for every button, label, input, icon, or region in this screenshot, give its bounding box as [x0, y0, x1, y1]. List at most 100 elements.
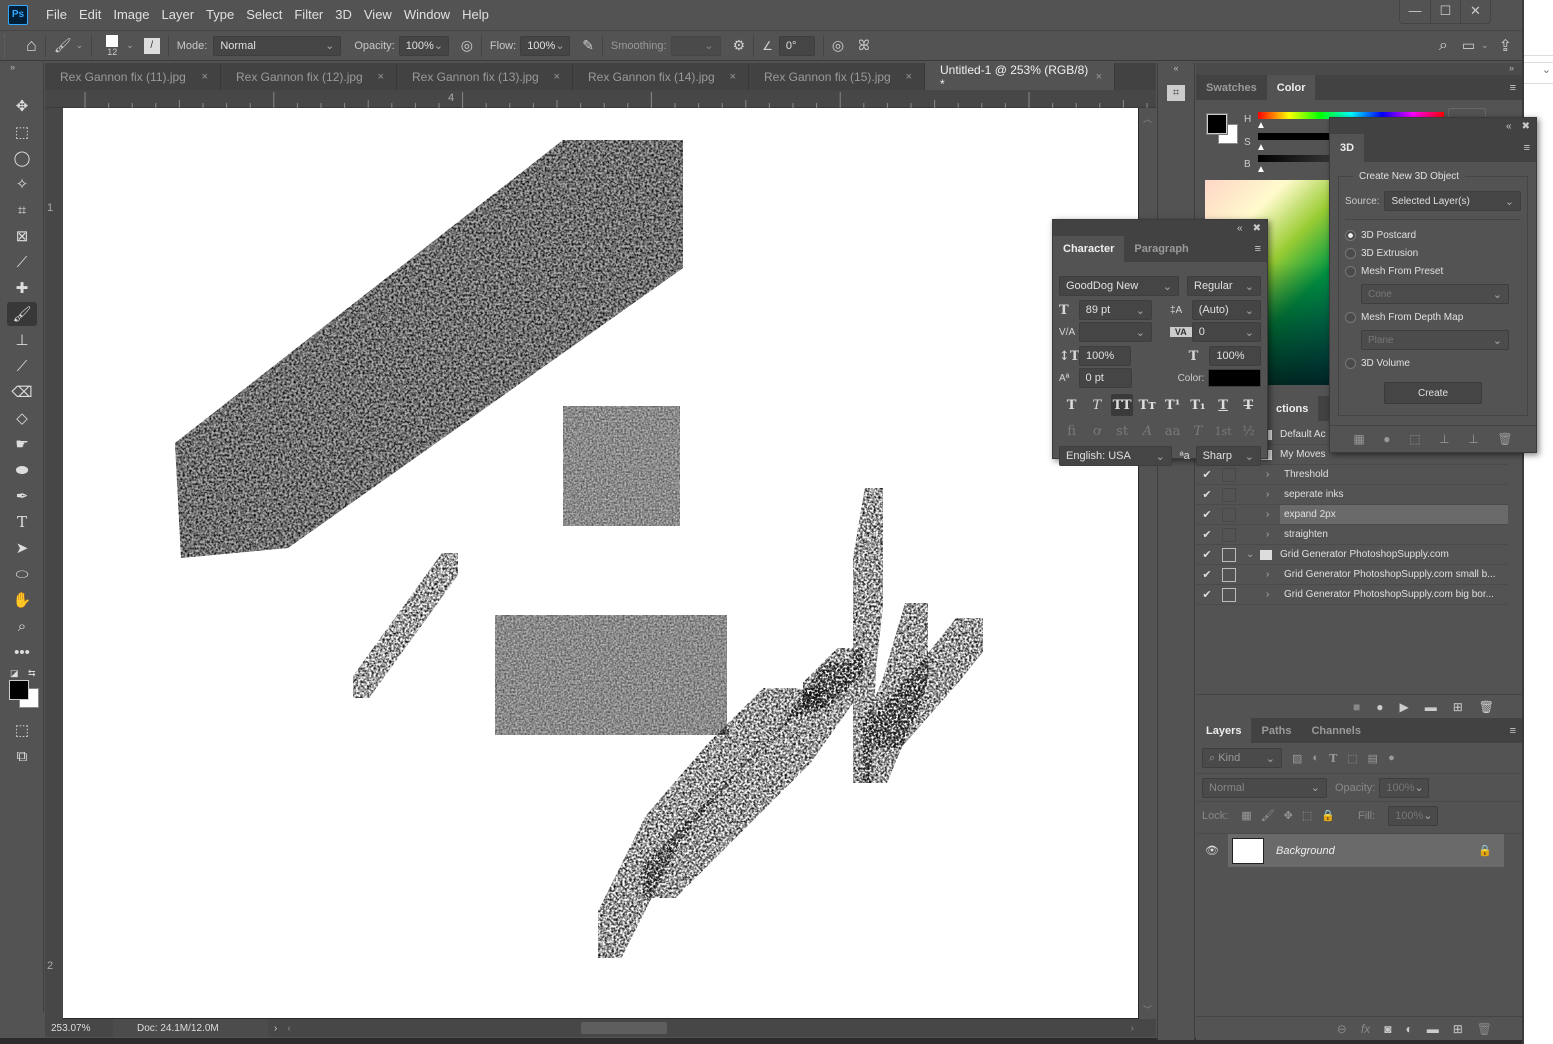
dialog-toggle[interactable]	[1222, 507, 1236, 522]
anti-aliasing-select[interactable]: Sharp	[1195, 446, 1261, 466]
visibility-eye-icon[interactable]: 👁	[1196, 844, 1228, 857]
horizontal-scale-field[interactable]: 100%	[1209, 346, 1261, 366]
slider-handle-icon[interactable]: ▲	[1256, 142, 1266, 153]
brush-tool[interactable]: 🖌	[7, 302, 37, 326]
pressure-size-icon[interactable]: ◎	[832, 37, 844, 54]
radio-mesh-from-depth-map[interactable]: Mesh From Depth Map	[1345, 308, 1521, 326]
crop-tool[interactable]: ⌗	[7, 198, 37, 222]
action-check-icon[interactable]: ✔	[1196, 508, 1218, 521]
close-button[interactable]: ✕	[1460, 0, 1490, 23]
titling-button[interactable]: T	[1187, 420, 1209, 442]
discretionary-ligatures-button[interactable]: st	[1111, 420, 1133, 442]
default-colors-icon[interactable]: ◪	[10, 668, 19, 679]
opacity-field[interactable]: 100%	[398, 35, 449, 56]
screen-mode-icon[interactable]: ⧉	[7, 744, 37, 768]
pressure-opacity-icon[interactable]: ◎	[461, 37, 473, 54]
chevron-down-icon[interactable]: ⌄	[126, 40, 134, 51]
tab-swatches[interactable]: Swatches	[1196, 75, 1267, 100]
preset-select[interactable]: Cone	[1361, 284, 1509, 304]
dodge-tool[interactable]: ⬬	[7, 458, 37, 482]
action-item[interactable]: ✔ › Grid Generator PhotoshopSupply.com big…	[1196, 585, 1508, 605]
action-item[interactable]: ✔ › seperate inks	[1196, 485, 1508, 505]
blend-mode-select[interactable]: Normal	[1202, 777, 1327, 798]
properties-panel-icon[interactable]: ⌗	[1167, 85, 1185, 101]
font-style-select[interactable]: Regular	[1187, 276, 1261, 296]
type-tool[interactable]: T	[7, 510, 37, 534]
layer-name[interactable]: Background	[1276, 845, 1335, 857]
action-check-icon[interactable]: ✔	[1196, 568, 1218, 581]
expand-icon[interactable]: ›	[1266, 489, 1280, 500]
radio-mesh-from-preset[interactable]: Mesh From Preset	[1345, 262, 1521, 280]
dialog-toggle[interactable]	[1222, 487, 1236, 502]
new-set-folder-icon[interactable]: ▬	[1425, 700, 1437, 714]
dialog-toggle-icon[interactable]	[1222, 587, 1236, 602]
flow-field[interactable]: 100%	[520, 35, 571, 56]
document-canvas[interactable]	[63, 108, 1138, 1018]
font-family-select[interactable]: GoodDog New	[1059, 276, 1179, 296]
eyedropper-tool[interactable]: ⟋	[7, 250, 37, 274]
swap-colors-icon[interactable]: ⇆	[28, 668, 36, 679]
blur-tool[interactable]: ☛	[7, 432, 37, 456]
airbrush-icon[interactable]: ✎	[582, 37, 594, 54]
action-check-icon[interactable]: ✔	[1196, 548, 1218, 561]
shape-filter-icon[interactable]: ⬚	[1347, 752, 1357, 765]
panel-menu-icon[interactable]: ≡	[1524, 134, 1536, 162]
depth-map-select[interactable]: Plane	[1361, 330, 1509, 350]
lock-position-icon[interactable]: ✥	[1284, 809, 1293, 822]
ligatures-button[interactable]: fi	[1061, 420, 1083, 442]
expand-icon[interactable]: »	[1196, 63, 1522, 75]
kerning-field[interactable]	[1078, 322, 1152, 342]
doc-tab-active[interactable]: Untitled-1 @ 253% (RGB/8) * ×	[925, 63, 1115, 91]
menu-layer[interactable]: Layer	[156, 7, 201, 22]
close-tab-icon[interactable]: ×	[554, 71, 560, 83]
dialog-toggle-icon[interactable]	[1222, 547, 1236, 562]
chevron-right-icon[interactable]: ›	[274, 1023, 277, 1034]
lock-artboard-icon[interactable]: ⬚	[1302, 809, 1312, 822]
collapse-icon[interactable]: «	[1158, 63, 1194, 75]
tab-paths[interactable]: Paths	[1251, 718, 1301, 743]
close-icon[interactable]: ✖	[1253, 223, 1261, 234]
close-tab-icon[interactable]: ×	[906, 71, 912, 83]
menu-help[interactable]: Help	[456, 7, 495, 22]
source-select[interactable]: Selected Layer(s)	[1384, 191, 1521, 211]
home-icon[interactable]: ⌂	[26, 35, 37, 56]
underline-button[interactable]: T	[1212, 394, 1234, 416]
tab-3d[interactable]: 3D	[1330, 134, 1365, 162]
lock-pixels-icon[interactable]: 🖌	[1261, 809, 1275, 822]
text-color-swatch[interactable]	[1208, 369, 1261, 387]
menu-select[interactable]: Select	[240, 7, 288, 22]
subscript-button[interactable]: T₁	[1187, 394, 1209, 416]
marquee-tool[interactable]: ⬚	[7, 120, 37, 144]
expand-icon[interactable]: ›	[1266, 589, 1280, 600]
faux-bold-button[interactable]: T	[1061, 394, 1083, 416]
tab-paragraph[interactable]: Paragraph	[1124, 236, 1198, 262]
tab-character[interactable]: Character	[1053, 236, 1125, 262]
action-check-icon[interactable]: ✔	[1196, 528, 1218, 541]
3d-material-icon[interactable]: ⬚	[1409, 432, 1420, 446]
paint-bucket-tool[interactable]: ◇	[7, 406, 37, 430]
eraser-tool[interactable]: ⌫	[7, 380, 37, 404]
baseline-shift-field[interactable]: 0 pt	[1078, 368, 1132, 388]
small-caps-button[interactable]: Tт	[1136, 394, 1158, 416]
share-icon[interactable]: ⇪	[1499, 36, 1512, 56]
3d-ground-icon[interactable]: ⊥	[1439, 432, 1449, 446]
3d-remove-ground-icon[interactable]: ⊥	[1468, 432, 1478, 446]
close-tab-icon[interactable]: ×	[378, 71, 384, 83]
path-selection-tool[interactable]: ➤	[7, 536, 37, 560]
new-action-icon[interactable]: ⊞	[1453, 700, 1463, 714]
maximize-button[interactable]: ☐	[1430, 0, 1460, 23]
panel-menu-icon[interactable]: ≡	[1255, 236, 1267, 262]
menu-window[interactable]: Window	[398, 7, 456, 22]
chevron-down-icon[interactable]: ⌄	[1481, 40, 1489, 51]
expand-icon[interactable]: ›	[1266, 469, 1280, 480]
brush-preset-picker[interactable]: 12	[106, 34, 119, 57]
doc-tab[interactable]: Rex Gannon fix (12).jpg ×	[221, 63, 397, 90]
zoom-level[interactable]: 253.07%	[45, 1023, 113, 1034]
new-group-folder-icon[interactable]: ▬	[1427, 1022, 1439, 1036]
type-filter-icon[interactable]: T	[1329, 752, 1337, 765]
collapse-icon[interactable]: «	[1506, 121, 1512, 132]
expand-icon[interactable]: ›	[1266, 529, 1280, 540]
slider-handle-icon[interactable]: ▲	[1256, 120, 1266, 131]
superscript-button[interactable]: T¹	[1162, 394, 1184, 416]
gear-icon[interactable]: ⚙	[733, 37, 746, 54]
